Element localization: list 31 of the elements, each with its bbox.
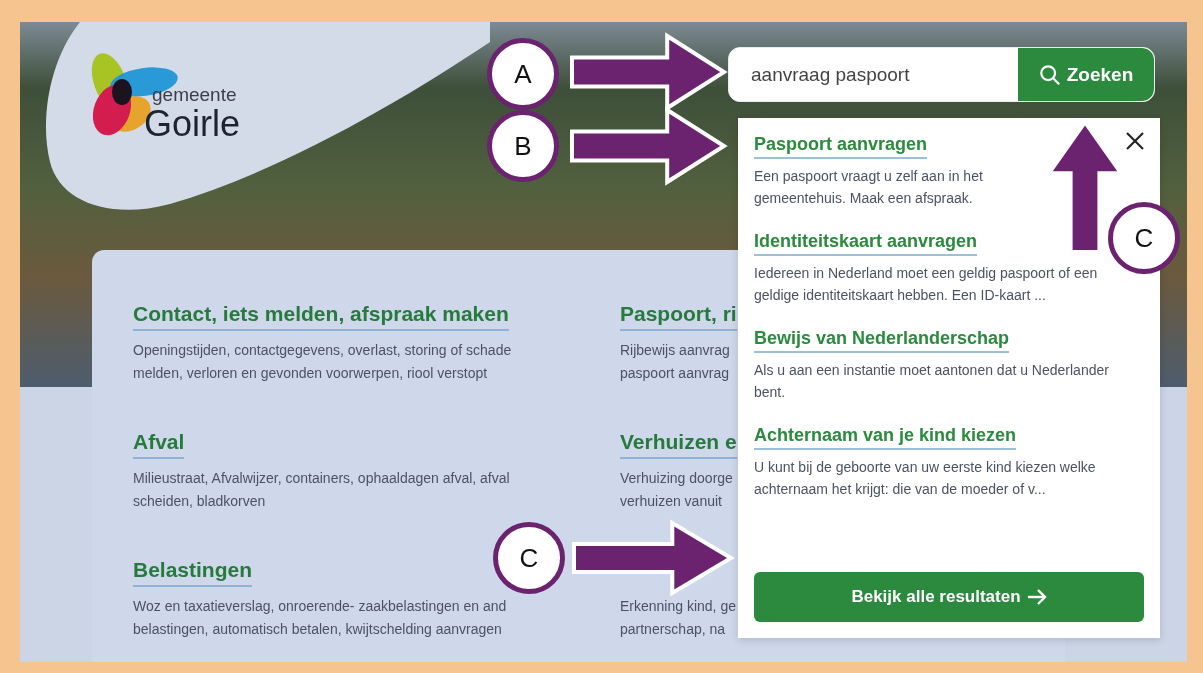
result-link[interactable]: Achternaam van je kind kiezen	[754, 425, 1017, 450]
search-field[interactable]: aanvraag paspoort Zoeken	[728, 47, 1155, 102]
result-description: Als u aan een instantie moet aantonen dat u Nederlander bent.	[754, 361, 1110, 402]
arrow-icon	[570, 519, 735, 597]
category-link[interactable]: Paspoort, ri	[620, 302, 737, 331]
category-link[interactable]: Contact, iets melden, afspraak maken	[133, 302, 509, 331]
category-link[interactable]: Belastingen	[133, 558, 253, 587]
arrow-icon	[568, 32, 728, 112]
category-description: Milieustraat, Afvalwijzer, containers, ophaaldagen afval, afval scheiden, bladkorven	[133, 469, 510, 511]
category-description: Verhuizing doorge verhuizen vanuit	[620, 469, 733, 511]
result-description: U kunt bij de geboorte van uw eerste kind kiezen welke achternaam het krijgt: die van de moeder of v...	[754, 458, 1097, 499]
result-description: Een paspoort vraagt u zelf aan in het gemeentehuis. Maak een afspraak.	[754, 167, 984, 208]
search-button[interactable]: Zoeken	[1018, 48, 1154, 101]
category-description: Woz en taxatieverslag, onroerende- zaakbelastingen en and belastingen, automatisch betalen, kwijtschelding aanvragen	[133, 597, 507, 639]
close-icon	[1126, 132, 1144, 150]
logo-title: Goirle	[144, 106, 241, 142]
result-link[interactable]: Identiteitskaart aanvragen	[754, 231, 978, 256]
close-button[interactable]	[1124, 130, 1146, 152]
result-link[interactable]: Bewijs van Nederlanderschap	[754, 328, 1010, 353]
arrow-icon	[568, 106, 728, 186]
result-link[interactable]: Paspoort aanvragen	[754, 134, 928, 159]
all-results-button[interactable]: Bekijk alle resultaten	[754, 572, 1144, 622]
category-link[interactable]: Afval	[133, 430, 185, 459]
search-icon	[1038, 63, 1061, 86]
category-link[interactable]: Verhuizen e	[620, 430, 737, 459]
category-description: Openingstijden, contactgegevens, overlast, storing of schade melden, verloren en gevonden voorwerpen, riool verstopt	[133, 341, 512, 383]
result-description: Iedereen in Nederland moet een geldig paspoort of een geldige identiteitskaart hebben. Een ID-kaart ...	[754, 264, 1099, 305]
arrow-right-icon	[1026, 588, 1047, 606]
logo-text: gemeente	[152, 84, 238, 106]
category-description: Rijbewijs aanvrag paspoort aanvrag	[620, 341, 730, 383]
category-description: Erkenning kind, ge partnerschap, na	[620, 597, 736, 639]
